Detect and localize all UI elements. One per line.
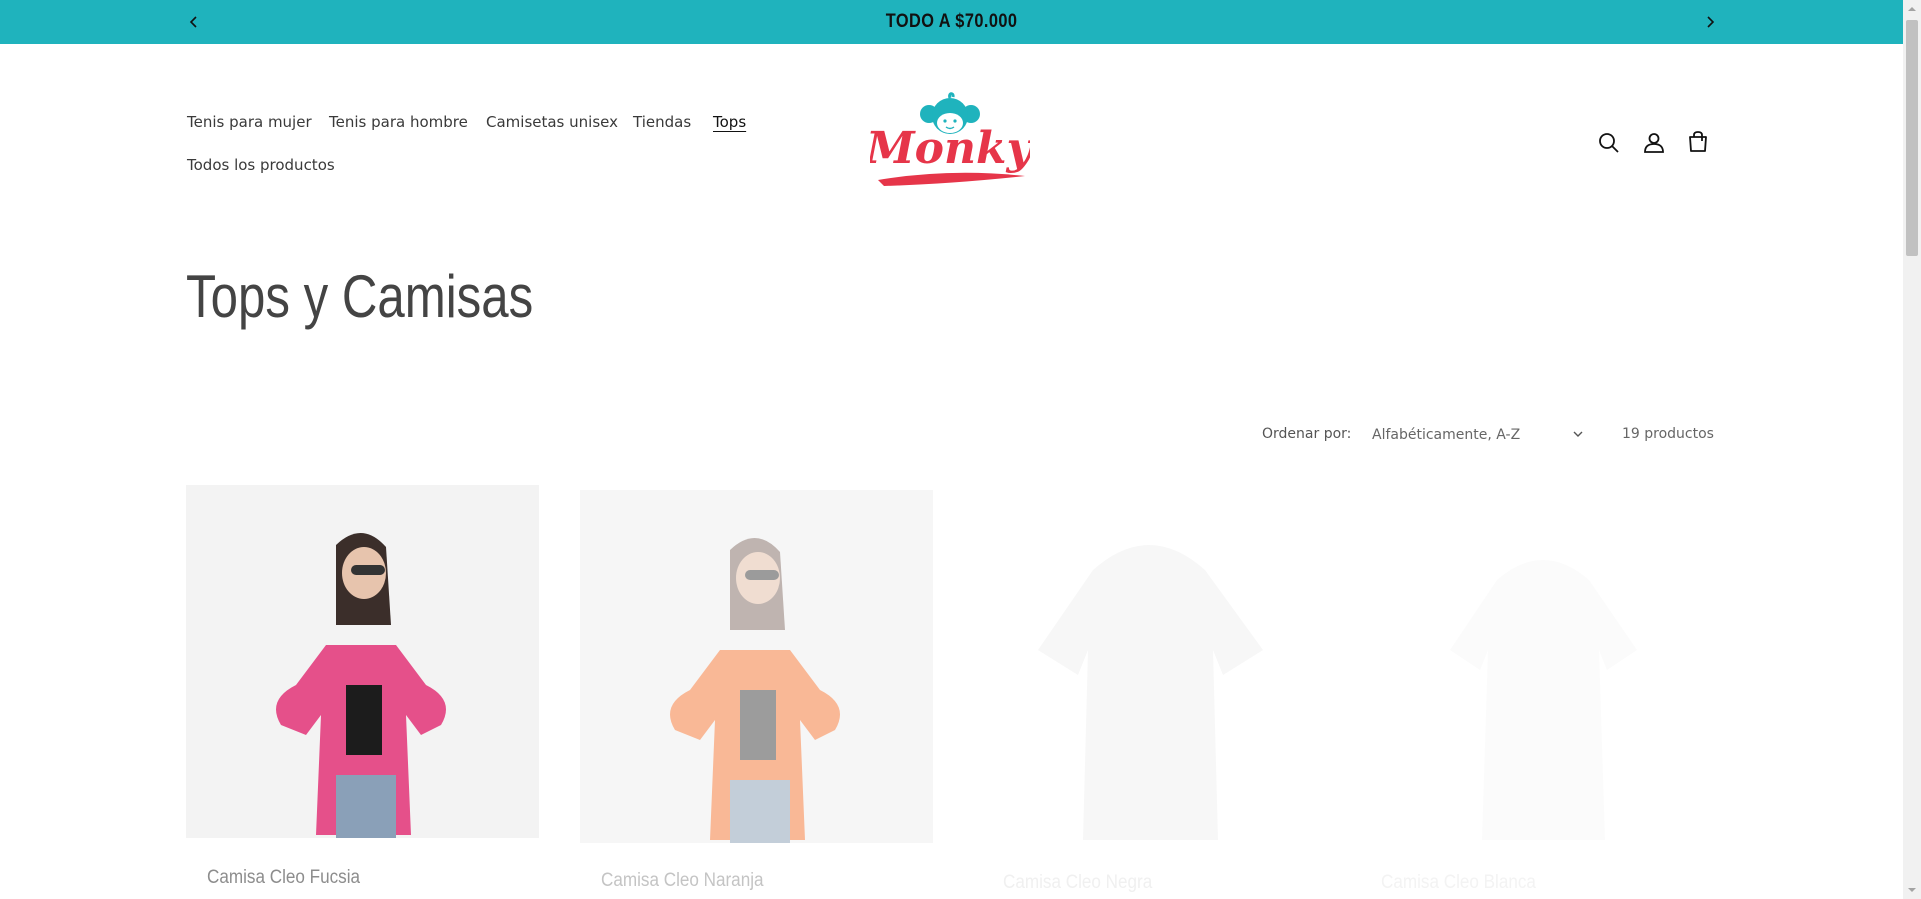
model-photo-naranja	[670, 537, 840, 843]
product-title[interactable]: Camisa Cleo Blanca	[1381, 872, 1536, 894]
nav-tops[interactable]: Tops	[713, 113, 746, 131]
search-button[interactable]	[1595, 129, 1623, 157]
monky-logo[interactable]: Monky	[864, 92, 1035, 192]
account-icon	[1644, 133, 1664, 153]
product-card[interactable]: Camisa Cleo Negra	[973, 500, 1326, 899]
search-icon	[1599, 133, 1619, 153]
scroll-up-arrow-icon[interactable]	[1907, 4, 1917, 14]
product-title[interactable]: Camisa Cleo Naranja	[601, 870, 764, 892]
model-photo-fucsia	[276, 532, 446, 838]
sort-select[interactable]: Alfabéticamente, A-Z	[1372, 420, 1592, 450]
next-announcement-button[interactable]	[1699, 11, 1721, 33]
announcement-bar: TODO A $70.000	[0, 0, 1903, 44]
product-image[interactable]	[973, 500, 1326, 853]
monkey-logo-icon: Monky	[864, 92, 1035, 186]
cart-icon	[1689, 131, 1707, 152]
announcement-text: TODO A $70.000	[885, 11, 1018, 32]
product-card[interactable]: Camisa Cleo Blanca	[1367, 500, 1720, 899]
sort-label: Ordenar por:	[1262, 426, 1352, 442]
product-image[interactable]	[580, 490, 933, 843]
previous-announcement-button[interactable]	[183, 11, 205, 33]
nav-todos-productos[interactable]: Todos los productos	[187, 156, 335, 174]
chevron-left-icon	[189, 16, 197, 28]
nav-tiendas[interactable]: Tiendas	[633, 113, 691, 131]
cart-button[interactable]	[1684, 129, 1712, 157]
chevron-right-icon	[1707, 16, 1715, 28]
chevron-down-icon	[1573, 431, 1583, 437]
nav-tenis-hombre[interactable]: Tenis para hombre	[329, 113, 468, 131]
shirt-photo-negra	[1038, 545, 1263, 840]
scrollbar-thumb[interactable]	[1906, 20, 1918, 256]
account-button[interactable]	[1640, 129, 1668, 157]
product-image[interactable]	[1367, 500, 1720, 853]
nav-tenis-mujer[interactable]: Tenis para mujer	[187, 113, 312, 131]
shirt-photo-blanca	[1450, 560, 1637, 840]
scroll-down-arrow-icon[interactable]	[1907, 885, 1917, 895]
page-title: Tops y Camisas	[186, 263, 534, 330]
product-card[interactable]: Camisa Cleo Fucsia	[186, 485, 539, 899]
product-title[interactable]: Camisa Cleo Fucsia	[207, 867, 360, 889]
sort-value: Alfabéticamente, A-Z	[1372, 427, 1521, 443]
nav-camisetas-unisex[interactable]: Camisetas unisex	[486, 113, 618, 131]
product-title[interactable]: Camisa Cleo Negra	[1003, 872, 1152, 894]
product-count: 19 productos	[1622, 426, 1714, 442]
product-image[interactable]	[186, 485, 539, 838]
product-card[interactable]: Camisa Cleo Naranja	[580, 490, 933, 899]
svg-text:Monky: Monky	[870, 123, 1030, 174]
